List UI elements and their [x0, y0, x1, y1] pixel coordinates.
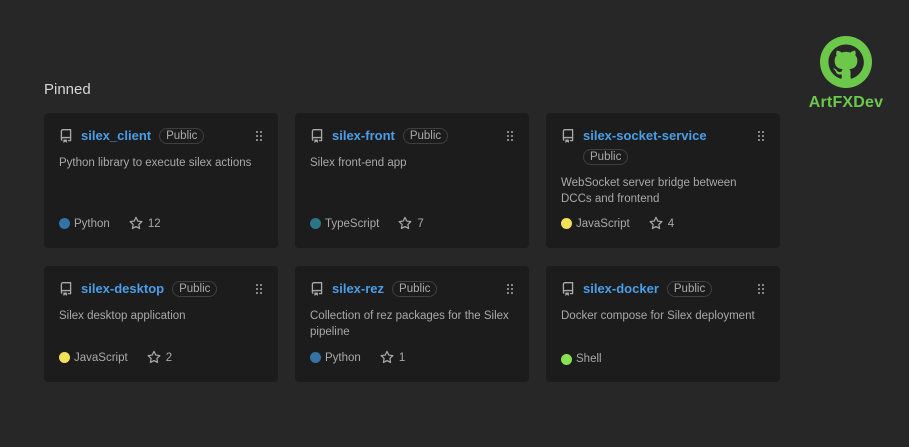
pinned-repo-card: silex-docker Public Docker compose for S… — [546, 266, 780, 382]
language-color-dot — [310, 218, 321, 229]
repo-icon — [59, 281, 73, 297]
repo-meta: Python 1 — [310, 350, 405, 365]
star-count: 12 — [147, 217, 161, 230]
pinned-repo-card: silex-socket-service Public WebSocket se… — [546, 113, 780, 248]
repo-language: Python — [74, 217, 110, 230]
visibility-badge: Public — [583, 149, 629, 165]
repo-language: TypeScript — [325, 217, 380, 230]
repo-description: Silex desktop application — [59, 310, 186, 322]
repo-description: Python library to execute silex actions — [59, 157, 252, 169]
pinned-repo-card: silex_client Public Python library to ex… — [44, 113, 278, 248]
repo-name-row: silex_client Public — [59, 127, 205, 144]
repo-description: Docker compose for Silex deployment — [561, 310, 755, 322]
repo-icon — [59, 128, 73, 144]
repo-language: Python — [325, 351, 361, 364]
repo-description: Silex front-end app — [310, 157, 407, 169]
visibility-badge: Public — [172, 280, 218, 297]
github-octocat-icon — [820, 36, 872, 88]
visibility-badge: Public — [392, 280, 438, 297]
repo-header: silex-desktop Public — [59, 280, 263, 297]
pinned-repo-grid: silex_client Public Python library to ex… — [44, 113, 780, 382]
stargazers-link[interactable]: 1 — [379, 350, 405, 365]
stargazers-link[interactable]: 4 — [648, 216, 674, 231]
repo-meta: Python 12 — [59, 216, 161, 231]
stargazers-link[interactable]: 12 — [128, 216, 161, 231]
repo-header: silex-rez Public — [310, 280, 514, 297]
repo-icon — [310, 128, 324, 144]
repo-meta: Shell — [561, 353, 602, 365]
pinned-heading: Pinned — [44, 81, 91, 98]
brand-name: ArtFXDev — [808, 94, 884, 111]
repo-name-row: silex-socket-service — [561, 127, 715, 144]
repo-header: silex-docker Public — [561, 280, 765, 297]
drag-handle-icon[interactable] — [506, 282, 514, 294]
star-icon — [128, 216, 144, 231]
repo-header: silex_client Public — [59, 127, 263, 144]
repo-icon — [561, 128, 575, 144]
star-icon — [648, 216, 664, 231]
repo-header: silex-front Public — [310, 127, 514, 144]
repo-name-row: silex-desktop Public — [59, 280, 218, 297]
drag-handle-icon[interactable] — [757, 129, 765, 141]
repo-description: WebSocket server bridge between DCCs and… — [561, 177, 737, 205]
repo-name-link[interactable]: silex-desktop — [81, 281, 164, 297]
language-color-dot — [561, 218, 572, 229]
star-icon — [397, 216, 413, 231]
drag-handle-icon[interactable] — [255, 282, 263, 294]
pinned-repo-card: silex-front Public Silex front-end app T… — [295, 113, 529, 248]
repo-name-link[interactable]: silex-rez — [332, 281, 384, 297]
stargazers-link[interactable]: 2 — [146, 350, 172, 365]
repo-language: JavaScript — [576, 217, 630, 230]
star-icon — [146, 350, 162, 365]
language-color-dot — [310, 352, 321, 363]
repo-name-link[interactable]: silex-socket-service — [583, 128, 707, 144]
visibility-badge: Public — [159, 127, 205, 144]
language-color-dot — [561, 353, 572, 365]
star-count: 2 — [165, 351, 173, 364]
repo-icon — [310, 281, 324, 297]
repo-icon — [561, 281, 575, 297]
repo-name-link[interactable]: silex-front — [332, 128, 395, 144]
drag-handle-icon[interactable] — [255, 129, 263, 141]
repo-name-link[interactable]: silex_client — [81, 128, 151, 144]
repo-name-row: silex-docker Public — [561, 280, 713, 297]
drag-handle-icon[interactable] — [757, 282, 765, 294]
repo-language: JavaScript — [74, 351, 128, 364]
pinned-repo-card: silex-rez Public Collection of rez packa… — [295, 266, 529, 382]
profile-pinned-page: ArtFXDev Pinned silex_client Public Pyth… — [0, 0, 909, 447]
language-color-dot — [59, 352, 70, 363]
brand[interactable]: ArtFXDev — [806, 36, 886, 112]
star-count: 1 — [398, 351, 406, 364]
stargazers-link[interactable]: 7 — [397, 216, 424, 231]
pinned-repo-card: silex-desktop Public Silex desktop appli… — [44, 266, 278, 382]
visibility-badge: Public — [402, 127, 449, 144]
repo-name-row: silex-rez Public — [310, 280, 438, 297]
repo-meta: TypeScript 7 — [310, 216, 424, 231]
repo-description: Collection of rez packages for the Silex… — [310, 310, 509, 338]
language-color-dot — [59, 218, 70, 229]
drag-handle-icon[interactable] — [506, 129, 514, 141]
star-icon — [379, 350, 395, 365]
star-count: 4 — [667, 217, 675, 230]
repo-name-link[interactable]: silex-docker — [583, 281, 659, 297]
visibility-badge: Public — [666, 280, 713, 297]
star-count: 7 — [417, 217, 424, 230]
repo-meta: JavaScript 4 — [561, 216, 674, 231]
repo-language: Shell — [576, 353, 602, 365]
repo-name-row: silex-front Public — [310, 127, 449, 144]
repo-meta: JavaScript 2 — [59, 350, 172, 365]
repo-header: silex-socket-service Public — [561, 127, 765, 165]
